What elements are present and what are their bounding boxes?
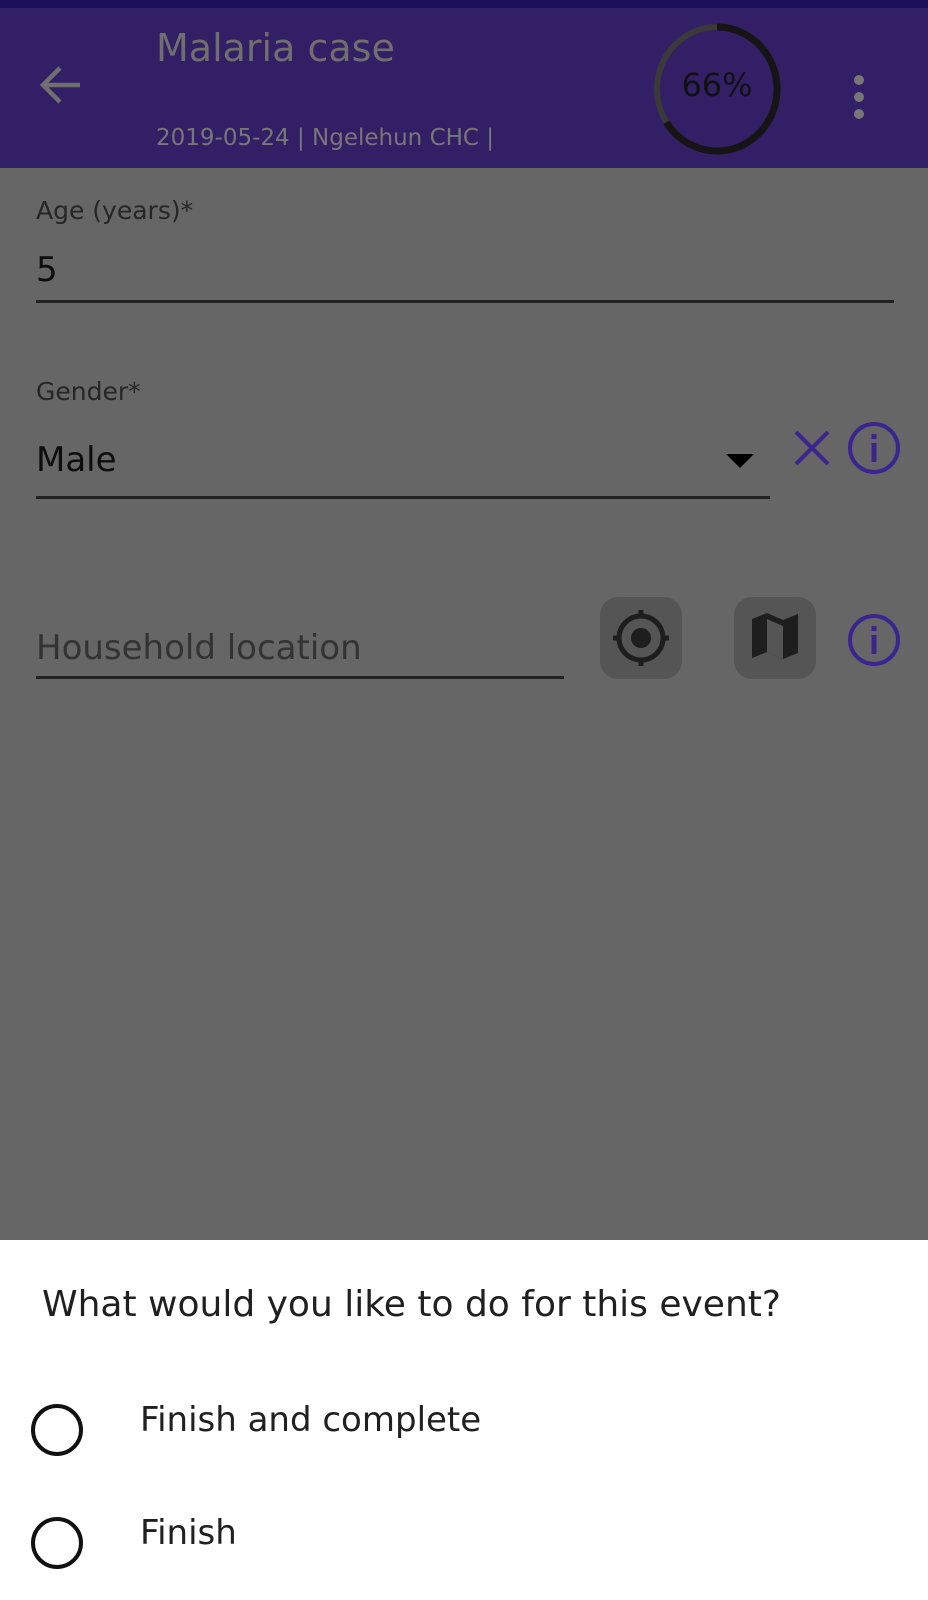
gender-underline (36, 496, 770, 499)
back-arrow-icon[interactable] (36, 60, 86, 110)
gps-target-icon (613, 610, 669, 666)
gender-label: Gender* (36, 377, 141, 406)
age-underline (36, 300, 894, 303)
clear-icon[interactable] (792, 428, 832, 468)
more-options-icon[interactable] (844, 74, 874, 120)
sheet-question: What would you like to do for this event… (42, 1284, 781, 1325)
map-button[interactable] (734, 597, 816, 679)
event-subtitle: 2019-05-24 | Ngelehun CHC | (156, 125, 495, 151)
current-location-button[interactable] (600, 597, 682, 679)
status-bar (0, 0, 928, 8)
option-finish-and-complete[interactable]: Finish and complete (140, 1400, 481, 1440)
page-title: Malaria case (156, 26, 395, 70)
option-finish[interactable]: Finish (140, 1513, 237, 1553)
household-underline (36, 676, 564, 679)
info-icon[interactable] (846, 612, 902, 668)
dropdown-arrow-icon[interactable] (726, 454, 754, 468)
age-input[interactable]: 5 (36, 250, 58, 290)
age-label: Age (years)* (36, 196, 194, 225)
gender-select[interactable]: Male (36, 440, 117, 480)
info-icon[interactable] (846, 420, 902, 476)
household-location-input[interactable]: Household location (36, 628, 362, 668)
map-icon (752, 613, 798, 659)
completion-percent: 66% (681, 66, 753, 104)
radio-finish-and-complete[interactable] (31, 1404, 83, 1456)
radio-finish[interactable] (31, 1517, 83, 1569)
